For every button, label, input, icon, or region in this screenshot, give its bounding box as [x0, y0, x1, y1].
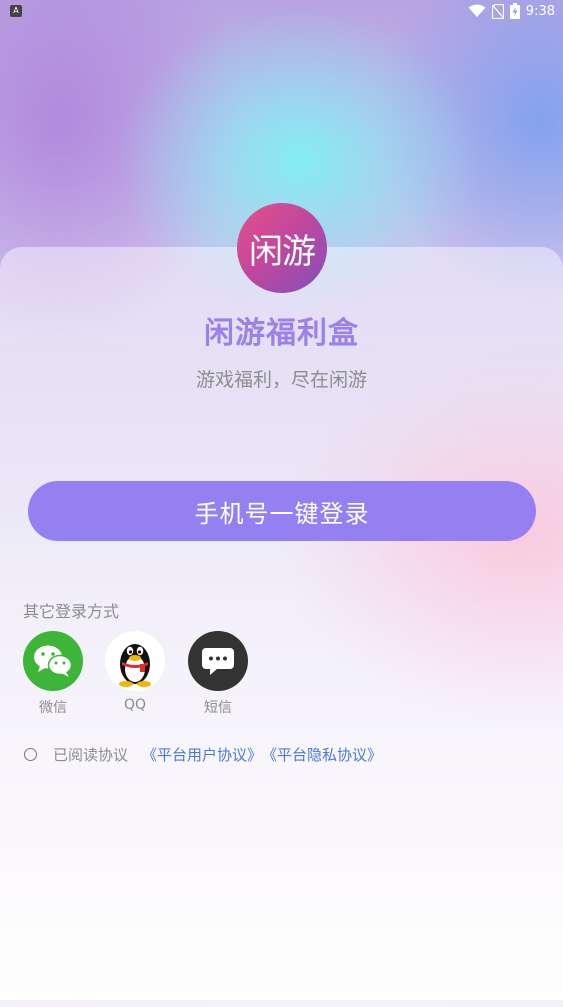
agreement-radio[interactable] — [24, 748, 37, 761]
status-icons: 9:38 — [468, 3, 555, 19]
privacy-agreement-link[interactable]: 《平台隐私协议》 — [262, 744, 382, 765]
app-name: 闲游福利盒 — [204, 316, 359, 351]
battery-charging-icon — [509, 3, 520, 19]
no-sim-icon — [491, 3, 504, 19]
agreement-row: 已阅读协议 《平台用户协议》 《平台隐私协议》 — [24, 744, 382, 765]
app-slogan: 游戏福利，尽在闲游 — [195, 369, 367, 391]
qq-login-option[interactable]: QQ — [105, 631, 165, 713]
sms-label: 短信 — [204, 700, 232, 716]
qq-penguin-icon[interactable] — [105, 631, 165, 691]
clock: 9:38 — [525, 3, 555, 19]
other-login-title: 其它登录方式 — [23, 602, 120, 621]
sms-icon[interactable] — [188, 631, 248, 691]
wechat-icon[interactable] — [23, 631, 83, 691]
user-agreement-link[interactable]: 《平台用户协议》 — [142, 744, 262, 765]
login-card — [0, 247, 563, 1007]
agreement-prefix: 已阅读协议 — [53, 746, 129, 764]
status-bar: A 9:38 — [0, 0, 563, 24]
notification-badge-icon: A — [10, 5, 22, 17]
wechat-label: 微信 — [39, 700, 67, 716]
app-logo: 闲游 — [237, 203, 327, 293]
wechat-login-option[interactable]: 微信 — [23, 631, 83, 717]
sms-login-option[interactable]: 短信 — [188, 631, 248, 717]
logo-text: 闲游 — [249, 231, 316, 272]
phone-one-click-login-button[interactable]: 手机号一键登录 — [28, 481, 536, 541]
qq-label: QQ — [123, 697, 147, 713]
wifi-icon — [468, 4, 486, 17]
